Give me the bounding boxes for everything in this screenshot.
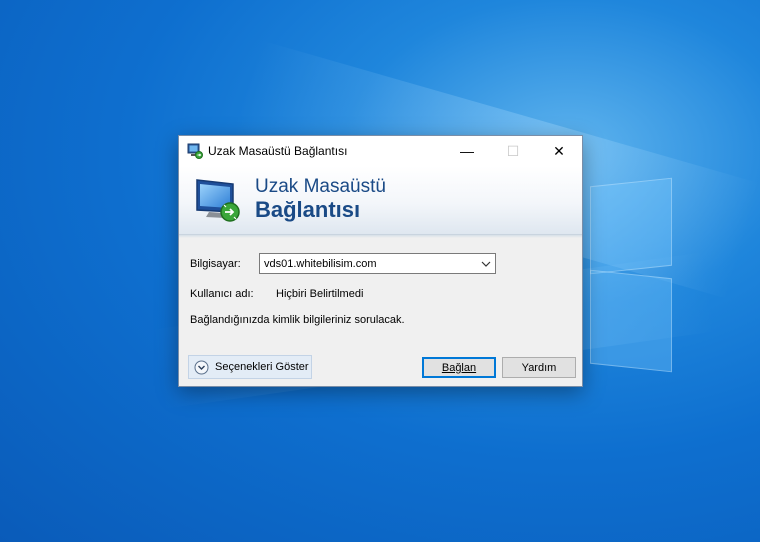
expand-circle-icon <box>194 360 209 375</box>
help-label: Yardım <box>521 361 557 374</box>
username-value: Hiçbiri Belirtilmedi <box>276 288 364 300</box>
windows-logo-pane <box>590 177 672 275</box>
username-label: Kullanıcı adı: <box>190 288 254 300</box>
help-button[interactable]: Yardım <box>502 357 576 378</box>
credentials-info-text: Bağlandığınızda kimlik bilgileriniz soru… <box>190 314 405 326</box>
show-options-label: Seçenekleri Göster <box>215 361 309 373</box>
maximize-button[interactable]: ☐ <box>490 136 536 166</box>
connect-button[interactable]: Bağlan <box>422 357 496 378</box>
windows-logo-pane <box>590 269 672 373</box>
header-banner: Uzak Masaüstü Bağlantısı <box>179 166 582 235</box>
monitor-connection-icon <box>193 174 245 226</box>
chevron-down-icon[interactable] <box>477 261 495 267</box>
remote-desktop-icon <box>187 143 203 159</box>
rdp-dialog: Uzak Masaüstü Bağlantısı — ☐ ✕ Uzak Masa… <box>178 135 583 387</box>
computer-input[interactable]: vds01.whitebilisim.com <box>260 258 477 270</box>
connection-form: Bilgisayar: vds01.whitebilisim.com Kulla… <box>179 238 582 388</box>
close-button[interactable]: ✕ <box>536 136 582 166</box>
computer-combobox[interactable]: vds01.whitebilisim.com <box>259 253 496 274</box>
connect-label: Bağlan <box>441 361 477 374</box>
minimize-button[interactable]: — <box>444 136 490 166</box>
banner-title-line1: Uzak Masaüstü <box>255 176 386 197</box>
title-bar[interactable]: Uzak Masaüstü Bağlantısı — ☐ ✕ <box>179 136 582 166</box>
banner-title-line2: Bağlantısı <box>255 197 361 222</box>
show-options-button[interactable]: Seçenekleri Göster <box>188 355 312 379</box>
computer-label: Bilgisayar: <box>190 258 241 270</box>
window-title: Uzak Masaüstü Bağlantısı <box>208 144 348 158</box>
